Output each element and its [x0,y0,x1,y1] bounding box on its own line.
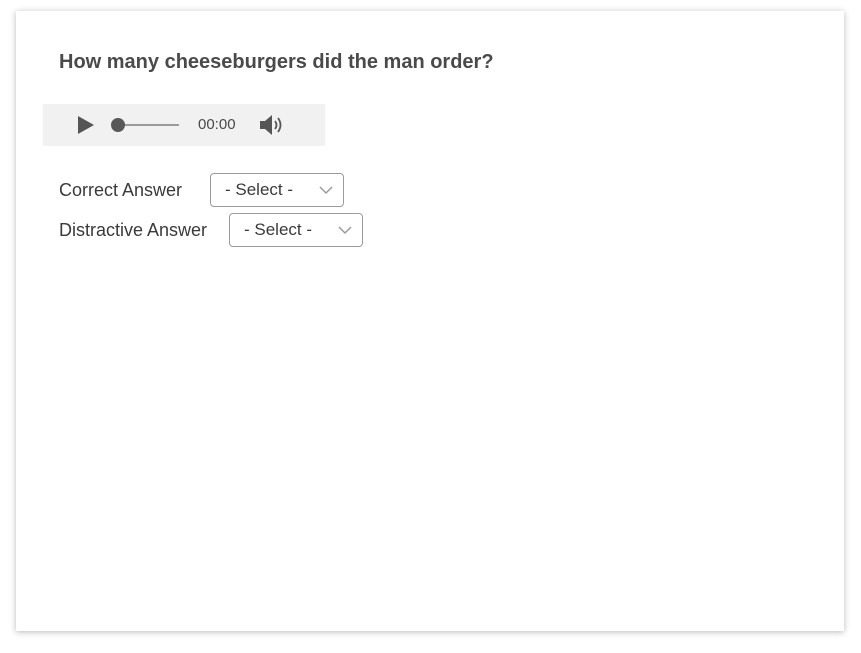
correct-answer-label: Correct Answer [59,180,183,200]
question-title: How many cheeseburgers did the man order… [59,51,494,73]
audio-player: 00:00 [43,104,325,146]
correct-answer-select[interactable]: - Select - [210,173,344,207]
select-value: - Select - [225,180,294,199]
chevron-down-icon [338,226,352,235]
chevron-down-icon [319,186,333,195]
distractive-answer-select[interactable]: - Select - [229,213,363,247]
volume-icon [260,115,282,135]
distractive-answer-label: Distractive Answer [59,220,208,240]
time-display: 00:00 [198,116,236,133]
play-icon [78,116,94,134]
question-card: How many cheeseburgers did the man order… [16,11,844,631]
seek-handle[interactable] [111,118,125,132]
play-button[interactable] [76,115,96,135]
volume-button[interactable] [259,114,287,136]
select-value: - Select - [244,220,313,239]
